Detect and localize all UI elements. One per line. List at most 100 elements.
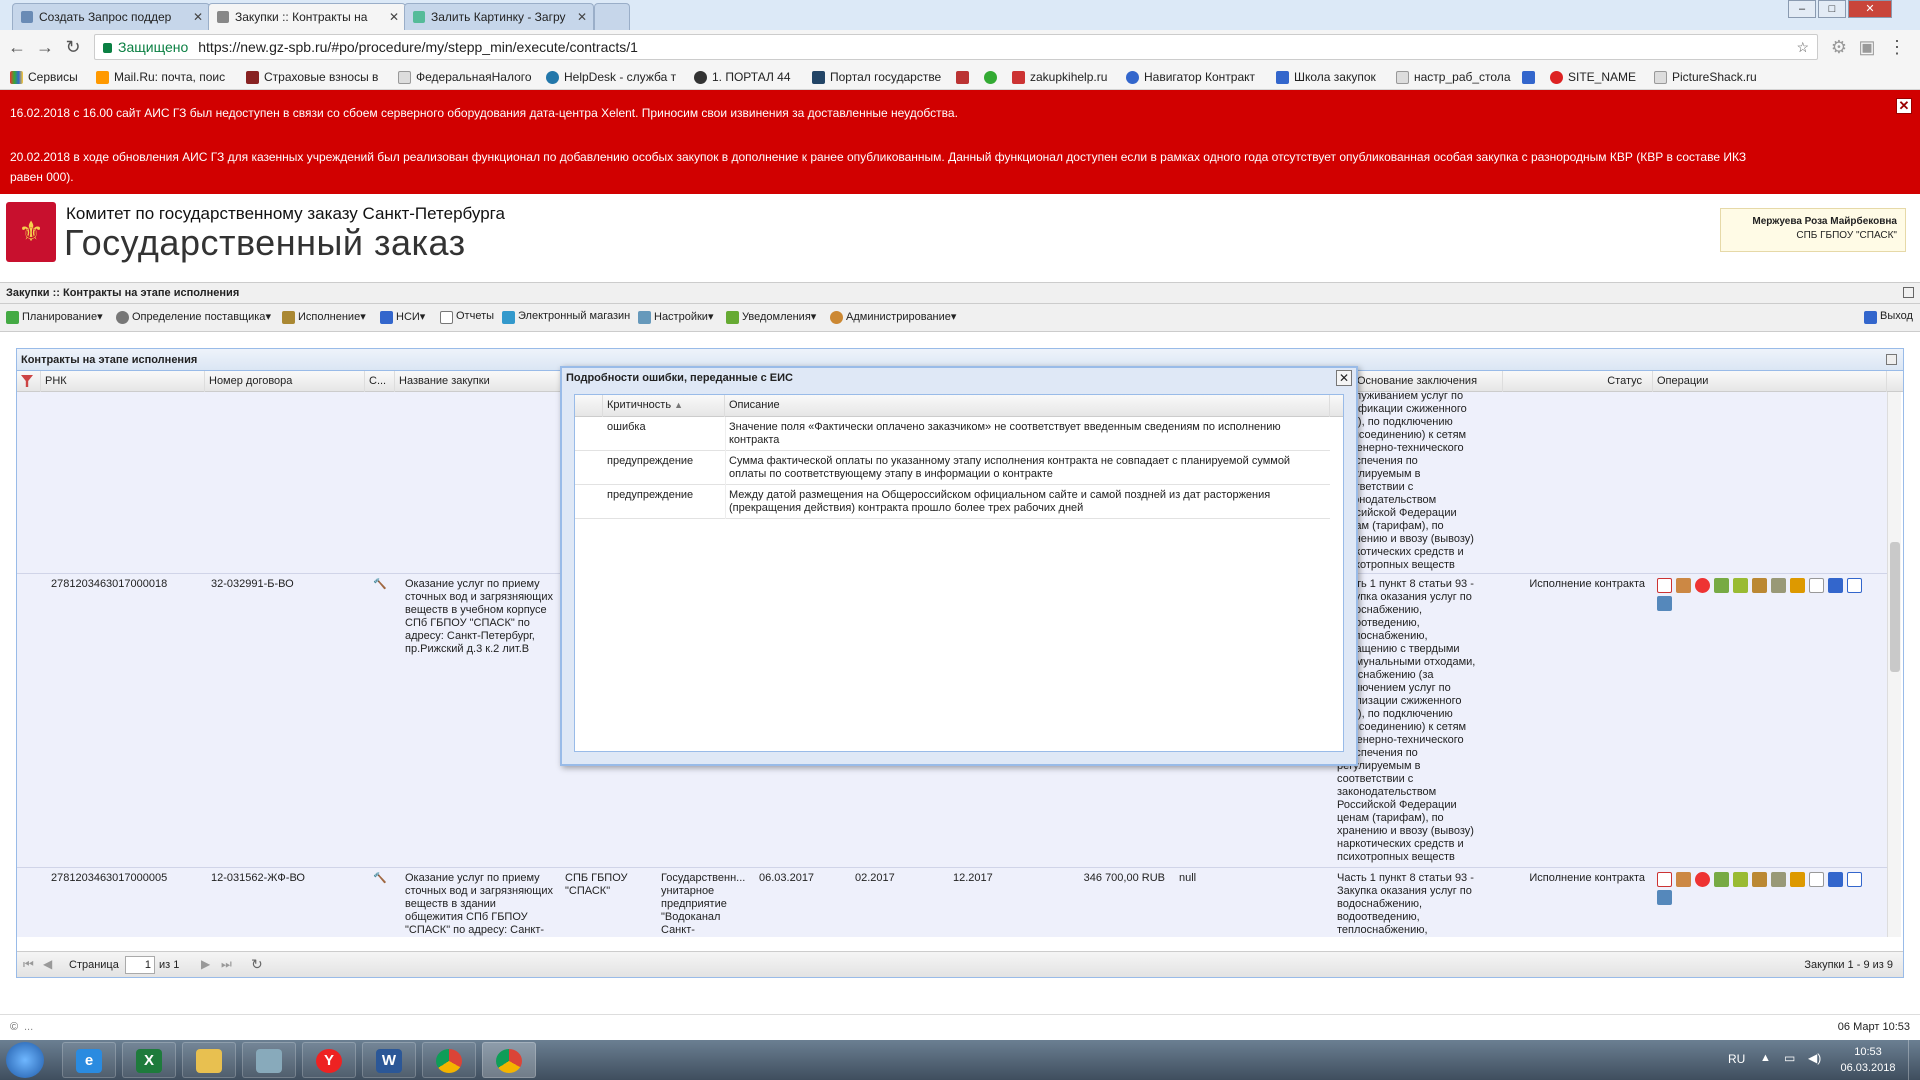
- settings-icon[interactable]: [1771, 872, 1786, 887]
- col-s[interactable]: С...: [365, 371, 395, 392]
- page-icon[interactable]: [1809, 872, 1824, 887]
- col-status[interactable]: Статус: [1503, 371, 1653, 392]
- browser-tab-contracts[interactable]: Закупки :: Контракты на ✕: [208, 3, 406, 30]
- box-icon[interactable]: [1790, 578, 1805, 593]
- next-page-icon[interactable]: ▶: [201, 957, 210, 971]
- prev-page-icon[interactable]: ◀: [43, 957, 52, 971]
- stop-icon[interactable]: [1695, 578, 1710, 593]
- reload-icon[interactable]: ↻: [62, 36, 84, 58]
- monitor-icon[interactable]: [1657, 596, 1672, 611]
- stamp-icon[interactable]: [1676, 872, 1691, 887]
- new-tab-button[interactable]: [594, 3, 630, 30]
- filter-icon[interactable]: [17, 371, 41, 392]
- bookmark-tools[interactable]: [956, 68, 972, 86]
- network-icon[interactable]: ▭: [1784, 1051, 1795, 1065]
- extension-icon[interactable]: ▣: [1856, 36, 1878, 58]
- menu-nsi[interactable]: НСИ▾: [380, 310, 425, 324]
- download-icon[interactable]: [1714, 872, 1729, 887]
- error-row[interactable]: предупреждение Между датой размещения на…: [575, 485, 1330, 519]
- report-icon[interactable]: [1847, 578, 1862, 593]
- bookmark-gov-portal[interactable]: Портал государстве: [812, 68, 946, 86]
- star-icon[interactable]: ☆: [1796, 35, 1809, 59]
- collapse-icon[interactable]: [1903, 287, 1914, 298]
- bookmark-mailru[interactable]: Mail.Ru: почта, поис: [96, 68, 230, 86]
- user-box[interactable]: Мержуева Роза Майрбековна СПБ ГБПОУ "СПА…: [1720, 208, 1906, 252]
- pen-icon[interactable]: [1733, 578, 1748, 593]
- start-button[interactable]: [6, 1042, 44, 1078]
- col-rnk[interactable]: РНК: [41, 371, 205, 392]
- show-desktop-button[interactable]: [1908, 1040, 1920, 1080]
- close-tab-icon[interactable]: ✕: [389, 4, 399, 30]
- browser-tab-upload[interactable]: Залить Картинку - Загру ✕: [404, 3, 594, 30]
- scrollbar-thumb[interactable]: [1890, 542, 1900, 672]
- monitor-icon[interactable]: [1657, 890, 1672, 905]
- bookmark-flag[interactable]: [1522, 68, 1538, 86]
- menu-admin[interactable]: Администрирование▾: [830, 310, 956, 324]
- bookmark-helpdesk[interactable]: HelpDesk - служба т: [546, 68, 684, 86]
- bookmark-desktop[interactable]: настр_раб_стола: [1396, 68, 1516, 86]
- taskbar-explorer[interactable]: [182, 1042, 236, 1078]
- taskbar-yandex[interactable]: Y: [302, 1042, 356, 1078]
- close-tab-icon[interactable]: ✕: [193, 4, 203, 30]
- tray-expand-icon[interactable]: ▲: [1760, 1052, 1771, 1064]
- url-bar[interactable]: Защищено https://new.gz-spb.ru/#po/proced…: [94, 34, 1818, 60]
- stop-icon[interactable]: [1695, 872, 1710, 887]
- grid-scrollbar[interactable]: [1887, 392, 1901, 937]
- extension-icon[interactable]: ⚙: [1828, 36, 1850, 58]
- bookmark-leaf[interactable]: [984, 68, 1000, 86]
- col-contract-number[interactable]: Номер договора: [205, 371, 365, 392]
- col-basis[interactable]: Основание заключения: [1353, 371, 1503, 392]
- taskbar-chrome[interactable]: [422, 1042, 476, 1078]
- report-icon[interactable]: [1847, 872, 1862, 887]
- bookmark-navigator[interactable]: Навигатор Контракт: [1126, 68, 1262, 86]
- clock[interactable]: 10:53 06.03.2018: [1836, 1044, 1900, 1076]
- pen-icon[interactable]: [1733, 872, 1748, 887]
- browser-tab-support[interactable]: Создать Запрос поддер ✕: [12, 3, 210, 30]
- menu-eshop[interactable]: Электронный магазин: [502, 310, 630, 324]
- taskbar-word[interactable]: W: [362, 1042, 416, 1078]
- close-window-button[interactable]: ✕: [1848, 0, 1892, 18]
- bookmark-pictureshack[interactable]: PictureShack.ru: [1654, 68, 1764, 86]
- table-row[interactable]: 2781203463017000005 12-031562-ЖФ-ВО 🔨 Ок…: [17, 868, 1887, 937]
- menu-reports[interactable]: Отчеты: [440, 310, 494, 324]
- refresh-icon[interactable]: ↻: [251, 956, 263, 973]
- minimize-button[interactable]: –: [1788, 0, 1816, 18]
- document-icon[interactable]: [1657, 578, 1672, 593]
- bookmark-portal44[interactable]: 1. ПОРТАЛ 44: [694, 68, 804, 86]
- menu-supplier[interactable]: Определение поставщика▾: [116, 310, 271, 324]
- bookmark-insurance[interactable]: Страховые взносы в: [246, 68, 384, 86]
- col-severity[interactable]: Критичность ▲: [603, 395, 725, 417]
- volume-icon[interactable]: ◀): [1808, 1051, 1821, 1065]
- last-page-icon[interactable]: ⏭: [221, 957, 232, 972]
- browser-menu-icon[interactable]: ⋮: [1886, 36, 1908, 58]
- bookmark-zakupkihelp[interactable]: zakupkihelp.ru: [1012, 68, 1122, 86]
- language-indicator[interactable]: RU: [1728, 1052, 1745, 1066]
- menu-planning[interactable]: Планирование▾: [6, 310, 103, 324]
- chart-icon[interactable]: [1828, 578, 1843, 593]
- first-page-icon[interactable]: ⏮: [23, 957, 34, 972]
- exit-button[interactable]: Выход: [1864, 310, 1913, 324]
- menu-notifications[interactable]: Уведомления▾: [726, 310, 816, 324]
- chart-icon[interactable]: [1828, 872, 1843, 887]
- download-icon[interactable]: [1714, 578, 1729, 593]
- taskbar-excel[interactable]: X: [122, 1042, 176, 1078]
- taskbar-chrome-active[interactable]: [482, 1042, 536, 1078]
- page-input[interactable]: 1: [125, 956, 155, 974]
- box-icon[interactable]: [1790, 872, 1805, 887]
- menu-execution[interactable]: Исполнение▾: [282, 310, 366, 324]
- page-icon[interactable]: [1809, 578, 1824, 593]
- taskbar-ie[interactable]: e: [62, 1042, 116, 1078]
- maximize-button[interactable]: □: [1818, 0, 1846, 18]
- close-dialog-button[interactable]: ✕: [1336, 370, 1352, 386]
- menu-settings[interactable]: Настройки▾: [638, 310, 713, 324]
- col-description[interactable]: Описание: [725, 395, 1330, 417]
- bookmark-services[interactable]: Сервисы: [10, 68, 78, 86]
- bookmark-tax[interactable]: ФедеральнаяНалого: [398, 68, 532, 86]
- bookmark-site-name[interactable]: SITE_NAME: [1550, 68, 1650, 86]
- stamp-icon[interactable]: [1676, 578, 1691, 593]
- close-tab-icon[interactable]: ✕: [577, 4, 587, 30]
- close-alert-button[interactable]: ✕: [1896, 98, 1912, 114]
- error-row[interactable]: ошибка Значение поля «Фактически оплачен…: [575, 417, 1330, 451]
- bookmark-school[interactable]: Школа закупок: [1276, 68, 1386, 86]
- taskbar-paint[interactable]: [242, 1042, 296, 1078]
